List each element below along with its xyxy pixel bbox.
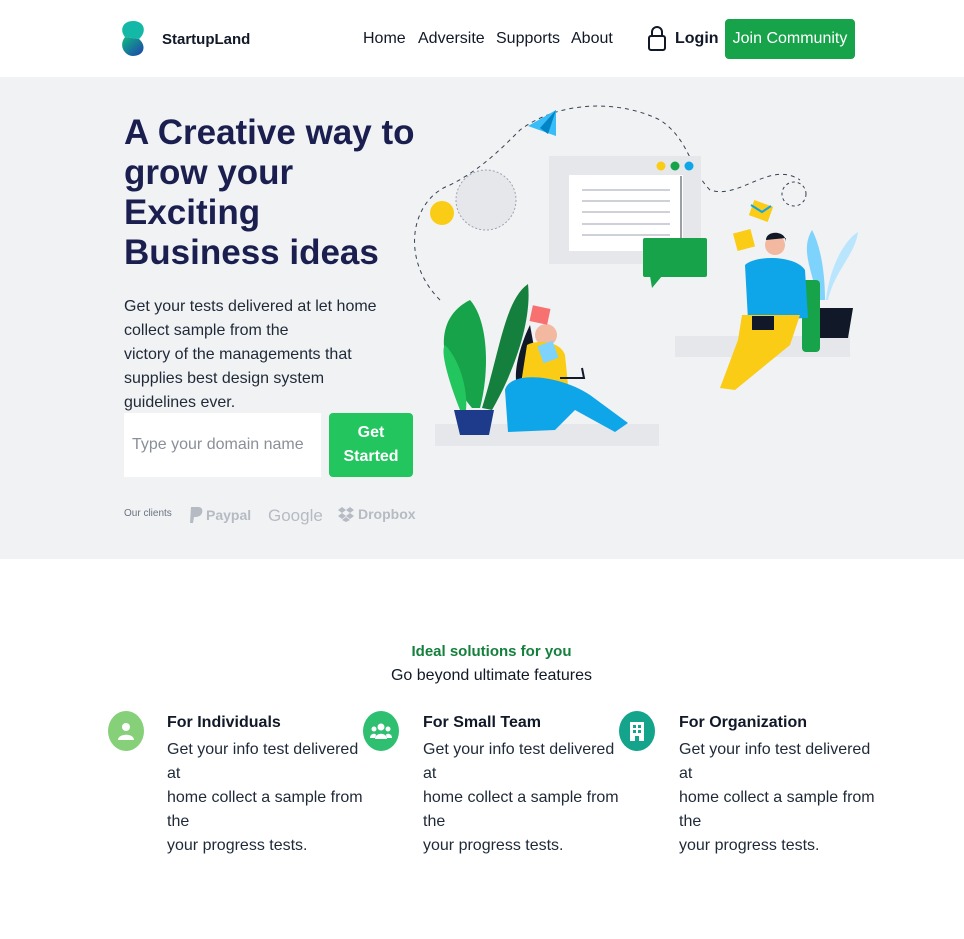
feature-text-line: your progress tests.	[679, 837, 820, 854]
dropbox-icon	[338, 507, 354, 522]
feature-text-line: the	[423, 813, 446, 830]
feature-text: Get your info test delivered at home col…	[679, 738, 884, 858]
feature-text-line: your progress tests.	[167, 837, 308, 854]
client-name: Dropbox	[358, 506, 416, 522]
feature-text: Get your info test delivered at home col…	[167, 738, 372, 858]
building-icon	[630, 722, 644, 741]
nav-about[interactable]: About	[571, 30, 613, 48]
hero-title-line: Exciting	[124, 193, 261, 232]
feature-icon-organization	[619, 711, 655, 751]
brand-name[interactable]: StartupLand	[162, 31, 250, 48]
join-community-button[interactable]: Join Community	[725, 19, 855, 59]
hero-desc-line: guidelines ever.	[124, 394, 236, 411]
nav-supports[interactable]: Supports	[496, 30, 560, 48]
team-icon	[370, 723, 392, 739]
feature-text-line: at	[679, 765, 693, 782]
hero-desc-line: supplies best design system	[124, 370, 325, 387]
feature-text-line: Get your info test delivered	[679, 741, 871, 758]
site-header: StartupLand Home Adversite Supports Abou…	[0, 0, 964, 77]
client-name: Google	[268, 506, 323, 525]
feature-text-line: home collect a sample from	[423, 789, 619, 806]
get-started-label: Started	[343, 448, 399, 465]
hero-desc-line: collect sample from the	[124, 322, 289, 339]
hero-title-line: grow your	[124, 153, 294, 192]
client-dropbox: Dropbox	[337, 506, 416, 522]
feature-icon-small-team	[363, 711, 399, 751]
paypal-icon	[190, 507, 203, 523]
feature-text-line: home collect a sample from	[679, 789, 875, 806]
features-kicker: Ideal solutions for you	[411, 643, 572, 660]
features-subtitle: Go beyond ultimate features	[390, 667, 592, 684]
feature-text-line: Get your info test delivered	[167, 741, 359, 758]
feature-title: For Individuals	[167, 714, 281, 731]
hero-title-line: Business ideas	[124, 233, 379, 272]
feature-text-line: home collect a sample from	[167, 789, 363, 806]
hero-desc-line: Get your tests delivered at let home	[124, 298, 377, 315]
domain-input[interactable]	[124, 413, 321, 477]
clients-label: Our clients	[124, 508, 172, 519]
login-link[interactable]: Login	[675, 30, 719, 48]
feature-text-line: at	[423, 765, 437, 782]
hero-desc-line: victory of the managements that	[124, 346, 352, 363]
get-started-button[interactable]: Get Started	[329, 413, 413, 477]
feature-title: For Small Team	[423, 714, 541, 731]
nav-home[interactable]: Home	[363, 30, 406, 48]
hero-illustration	[414, 105, 858, 446]
feature-text-line: the	[679, 813, 702, 830]
lock-icon[interactable]	[647, 25, 667, 51]
nav-adversite[interactable]: Adversite	[418, 30, 485, 48]
feature-icon-individuals	[108, 711, 144, 751]
startupland-logo-icon[interactable]	[119, 20, 147, 57]
feature-title: For Organization	[679, 714, 807, 731]
client-name: Paypal	[206, 507, 252, 523]
feature-text-line: Get your info test delivered	[423, 741, 615, 758]
hero-title: A Creative way to grow your Exciting Bus…	[124, 113, 424, 273]
feature-text-line: at	[167, 765, 181, 782]
user-icon	[118, 723, 134, 740]
hero-title-line: A Creative way to	[124, 113, 415, 152]
feature-text-line: your progress tests.	[423, 837, 564, 854]
client-google: Google	[268, 506, 323, 526]
client-paypal: Paypal	[189, 506, 251, 524]
feature-text: Get your info test delivered at home col…	[423, 738, 628, 858]
get-started-label: Get	[357, 424, 385, 441]
hero-description: Get your tests delivered at let home col…	[124, 295, 386, 415]
feature-text-line: the	[167, 813, 190, 830]
